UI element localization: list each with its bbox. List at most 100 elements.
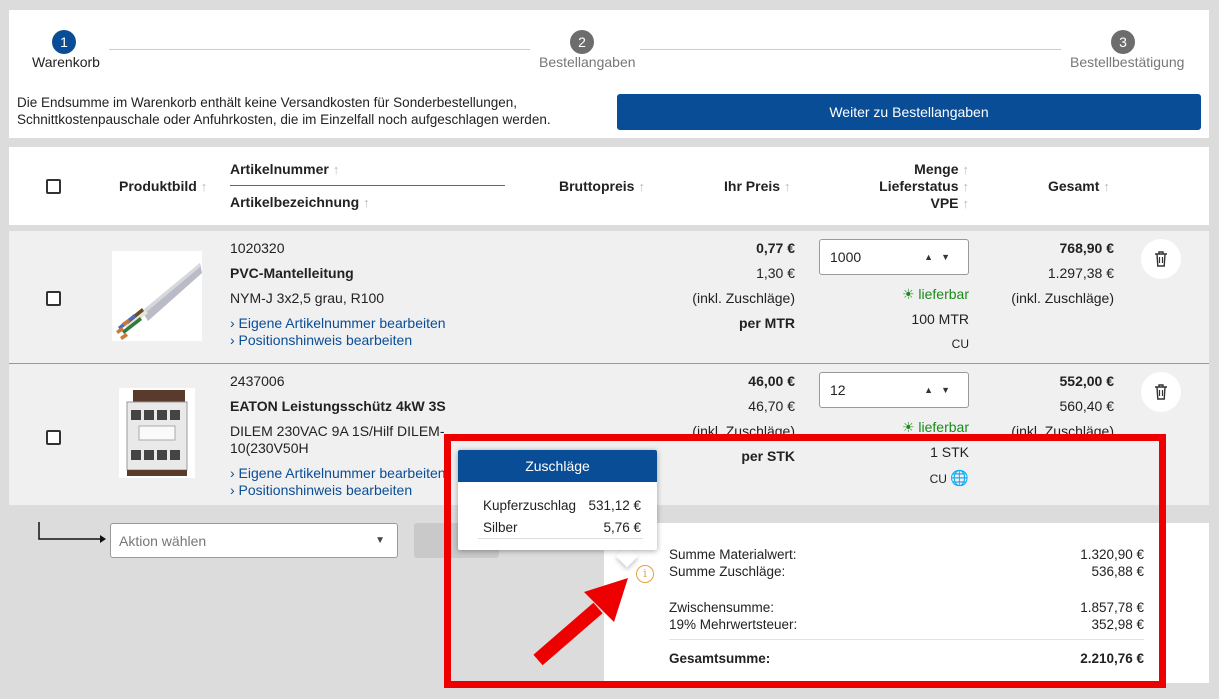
step-connector: [640, 49, 1061, 50]
surcharge-total-value: 536,88 €: [1091, 564, 1144, 579]
summary-divider: [669, 639, 1144, 640]
sort-arrow-icon[interactable]: ↑: [963, 179, 970, 194]
grand-total-value: 2.210,76 €: [1080, 651, 1144, 666]
delete-item-button[interactable]: [1141, 239, 1181, 279]
surcharge-popover: Zuschläge Kupferzuschlag 531,12 € Silber…: [458, 450, 657, 550]
quantity-stepper[interactable]: 12 ▲▼: [819, 372, 969, 408]
column-product-image[interactable]: Produktbild ↑: [119, 178, 207, 194]
copper-surcharge-value: 531,12 €: [588, 498, 641, 513]
sort-arrow-icon[interactable]: ↑: [1103, 179, 1110, 194]
quantity-value[interactable]: 1000: [830, 249, 861, 265]
product-image-contactor[interactable]: [119, 388, 195, 478]
step-2-label: Bestellangaben: [539, 54, 636, 70]
action-select[interactable]: Aktion wählen ▼: [110, 523, 398, 558]
copper-tag: CU: [951, 337, 969, 351]
step-2-circle: 2: [570, 30, 594, 54]
copper-tag: CU 🌐: [929, 470, 969, 487]
step-3-circle: 3: [1111, 30, 1135, 54]
sort-arrow-icon[interactable]: ↑: [963, 196, 970, 211]
sun-icon: ☀: [901, 419, 915, 435]
quantity-value[interactable]: 12: [830, 382, 846, 398]
column-vpe[interactable]: VPE ↑: [849, 195, 969, 211]
material-total-label: Summe Materialwert:: [669, 547, 797, 562]
sort-arrow-icon[interactable]: ↑: [201, 179, 208, 194]
shipping-cost-notice: Die Endsumme im Warenkorb enthält keine …: [17, 95, 551, 127]
sort-arrow-icon[interactable]: ↑: [363, 195, 370, 210]
column-article-number[interactable]: Artikelnummer ↑: [230, 161, 339, 177]
sun-icon: ☀: [901, 286, 915, 302]
step-1-circle[interactable]: 1: [52, 30, 76, 54]
popover-divider: [478, 538, 643, 539]
subtotal-value: 1.857,78 €: [1080, 600, 1144, 615]
edit-own-article-number-link[interactable]: › Eigene Artikelnummer bearbeiten: [230, 315, 446, 331]
line-total-incl-surcharge: 560,40 €: [1059, 398, 1115, 414]
edit-own-article-number-link[interactable]: › Eigene Artikelnummer bearbeiten: [230, 465, 446, 481]
your-price: 46,00 €: [748, 373, 795, 389]
article-name: PVC-Mantelleitung: [230, 265, 354, 281]
your-price: 0,77 €: [756, 240, 795, 256]
chevron-down-icon[interactable]: ▼: [375, 535, 385, 546]
your-price-incl-surcharge: 46,70 €: [748, 398, 795, 414]
checkout-steps-panel: 1 Warenkorb 2 Bestellangaben 3 Bestellbe…: [9, 10, 1209, 138]
article-name: EATON Leistungsschütz 4kW 3S: [230, 398, 446, 414]
vat-value: 352,98 €: [1091, 617, 1144, 632]
stepper-arrows-icon[interactable]: ▲▼: [924, 252, 958, 262]
continue-to-order-details-button[interactable]: Weiter zu Bestellangaben: [617, 94, 1201, 130]
subtotal-label: Zwischensumme:: [669, 600, 775, 615]
popover-title: Zuschläge: [458, 450, 657, 482]
material-total-value: 1.320,90 €: [1080, 547, 1144, 562]
column-quantity[interactable]: Menge ↑: [849, 161, 969, 177]
availability-status: ☀ lieferbar: [901, 286, 969, 302]
trash-icon: [1155, 384, 1167, 400]
select-all-checkbox[interactable]: [46, 179, 61, 194]
grand-total-label: Gesamtsumme:: [669, 651, 771, 666]
edit-position-note-link[interactable]: › Positionshinweis bearbeiten: [230, 332, 412, 348]
action-select-placeholder[interactable]: Aktion wählen: [119, 533, 206, 549]
step-3-label: Bestellbestätigung: [1070, 54, 1185, 70]
item-checkbox[interactable]: [46, 291, 61, 306]
sort-arrow-icon[interactable]: ↑: [638, 179, 645, 194]
packaging-unit: 100 MTR: [911, 311, 969, 327]
quantity-stepper[interactable]: 1000 ▲▼: [819, 239, 969, 275]
column-article-name[interactable]: Artikelbezeichnung ↑: [230, 194, 370, 210]
cart-item-row: 1020320 PVC-Mantelleitung NYM-J 3x2,5 gr…: [9, 231, 1209, 363]
info-icon[interactable]: i: [636, 565, 654, 583]
silver-surcharge-value: 5,76 €: [603, 520, 641, 535]
line-total: 768,90 €: [1059, 240, 1115, 256]
header-divider: [230, 185, 505, 186]
surcharge-total-label: Summe Zuschläge:: [669, 564, 786, 579]
column-gross-price[interactable]: Bruttopreis ↑: [559, 178, 645, 194]
delete-item-button[interactable]: [1141, 372, 1181, 412]
annotation-arrow-icon: [533, 578, 628, 666]
item-checkbox[interactable]: [46, 430, 61, 445]
price-unit: per STK: [741, 448, 795, 464]
article-number: 2437006: [230, 373, 285, 389]
product-image-cable[interactable]: [112, 251, 202, 341]
vat-label: 19% Mehrwertsteuer:: [669, 617, 798, 632]
your-price-incl-surcharge: 1,30 €: [756, 265, 795, 281]
order-summary-panel: Summe Materialwert: 1.320,90 € Summe Zus…: [604, 523, 1209, 683]
globe-icon[interactable]: 🌐: [950, 470, 969, 487]
edit-position-note-link[interactable]: › Positionshinweis bearbeiten: [230, 482, 412, 498]
packaging-unit: 1 STK: [930, 444, 969, 460]
sort-arrow-icon[interactable]: ↑: [784, 179, 791, 194]
article-description-line2: 10(230V50H: [230, 440, 309, 456]
price-unit: per MTR: [739, 315, 795, 331]
article-number: 1020320: [230, 240, 285, 256]
column-your-price[interactable]: Ihr Preis ↑: [724, 178, 791, 194]
stepper-arrows-icon[interactable]: ▲▼: [924, 385, 958, 395]
article-description-line1: DILEM 230VAC 9A 1S/Hilf DILEM-: [230, 423, 445, 439]
trash-icon: [1155, 251, 1167, 267]
availability-status: ☀ lieferbar: [901, 419, 969, 435]
line-total-incl-surcharge: 1.297,38 €: [1047, 265, 1114, 281]
step-1-label[interactable]: Warenkorb: [32, 54, 100, 70]
sort-arrow-icon[interactable]: ↑: [963, 162, 970, 177]
step-connector: [109, 49, 530, 50]
column-total[interactable]: Gesamt ↑: [1048, 178, 1110, 194]
surcharge-note: (inkl. Zuschläge): [692, 290, 795, 306]
silver-surcharge-label: Silber: [483, 520, 518, 535]
sort-arrow-icon[interactable]: ↑: [333, 162, 340, 177]
line-total-note: (inkl. Zuschläge): [1011, 290, 1114, 306]
column-delivery-status[interactable]: Lieferstatus ↑: [849, 178, 969, 194]
surcharge-note: (inkl. Zuschläge): [692, 423, 795, 439]
